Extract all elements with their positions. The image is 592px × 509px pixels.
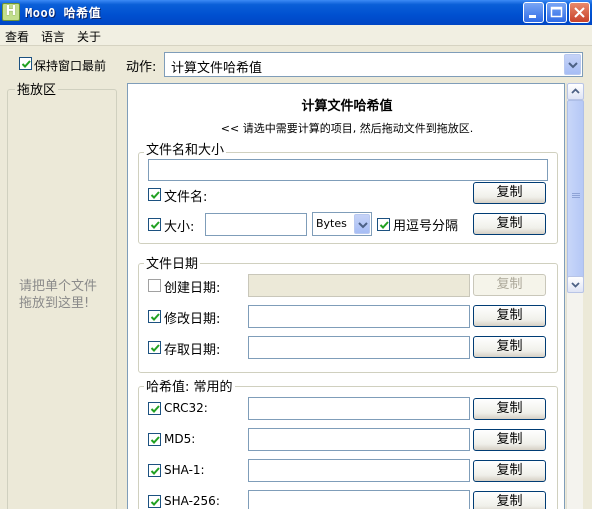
sha256-output[interactable]	[248, 490, 470, 509]
menu-language[interactable]: 语言	[41, 28, 65, 45]
close-icon	[574, 7, 585, 18]
copy-modified-date-button[interactable]: 复制	[473, 305, 546, 327]
scroll-up-button[interactable]	[567, 83, 584, 100]
menu-view[interactable]: 查看	[5, 28, 29, 45]
chevron-down-icon	[358, 222, 368, 229]
checkmark-icon	[150, 467, 160, 475]
chevron-down-icon	[571, 282, 580, 288]
sha1-output[interactable]	[248, 459, 470, 482]
close-button[interactable]	[569, 2, 590, 23]
filename-output[interactable]	[148, 159, 548, 181]
accessed-date-label: 存取日期:	[164, 343, 221, 358]
options-panel: 计算文件哈希值 << 请选中需要计算的项目, 然后拖动文件到拖放区. 文件名和大…	[127, 83, 565, 509]
created-date-label: 创建日期:	[164, 281, 221, 296]
created-date-output[interactable]	[248, 274, 470, 297]
size-checkbox[interactable]	[148, 218, 161, 231]
keep-on-top-label[interactable]: 保持窗口最前	[34, 57, 106, 74]
minimize-button[interactable]	[523, 2, 544, 23]
sha1-checkbox[interactable]	[148, 464, 161, 477]
checkmark-icon	[379, 221, 389, 229]
comma-separator-label: 用逗号分隔	[393, 219, 459, 234]
sha1-label: SHA-1:	[164, 463, 205, 477]
modified-date-checkbox[interactable]	[148, 310, 161, 323]
size-output[interactable]	[205, 213, 307, 236]
copy-crc32-button[interactable]: 复制	[473, 398, 546, 420]
menu-bar: 查看 语言 关于	[0, 25, 592, 46]
md5-checkbox[interactable]	[148, 433, 161, 446]
filename-label: 文件名:	[164, 190, 208, 205]
scroll-grip	[572, 195, 580, 196]
checkmark-icon	[150, 344, 160, 352]
copy-accessed-date-button[interactable]: 复制	[473, 336, 546, 358]
drop-zone-title: 拖放区	[15, 79, 59, 98]
scroll-thumb[interactable]	[567, 100, 584, 290]
accessed-date-checkbox[interactable]	[148, 341, 161, 354]
checkmark-icon	[21, 60, 31, 68]
panel-title: 计算文件哈希值	[301, 99, 393, 114]
chevron-up-icon	[571, 88, 580, 94]
menu-about[interactable]: 关于	[77, 28, 101, 45]
scroll-grip	[572, 193, 580, 194]
size-unit-dropdown-button[interactable]	[354, 214, 370, 234]
checkmark-icon	[150, 221, 160, 229]
size-unit-value: Bytes	[316, 217, 347, 230]
maximize-button[interactable]	[546, 2, 567, 23]
chevron-down-icon	[568, 62, 578, 69]
copy-created-date-button[interactable]: 复制	[473, 274, 546, 296]
crc32-output[interactable]	[248, 397, 470, 420]
md5-label: MD5:	[164, 432, 196, 446]
md5-output[interactable]	[248, 428, 470, 451]
filename-checkbox[interactable]	[148, 188, 161, 201]
panel-scrollbar[interactable]	[566, 83, 584, 509]
title-bar[interactable]: H Moo0 哈希值	[0, 0, 592, 25]
checkmark-icon	[150, 436, 160, 444]
action-select-value: 计算文件哈希值	[171, 61, 263, 76]
size-unit-select[interactable]: Bytes	[312, 212, 372, 236]
group-dates-title: 文件日期	[144, 253, 201, 272]
accessed-date-output[interactable]	[248, 336, 470, 359]
copy-sha1-button[interactable]: 复制	[473, 460, 546, 482]
action-label: 动作:	[126, 60, 157, 75]
modified-date-label: 修改日期:	[164, 312, 221, 327]
sha256-label: SHA-256:	[164, 494, 220, 508]
crc32-checkbox[interactable]	[148, 402, 161, 415]
size-label: 大小:	[164, 220, 195, 235]
window-title: Moo0 哈希值	[25, 6, 102, 20]
panel-subtitle: << 请选中需要计算的项目, 然后拖动文件到拖放区.	[220, 122, 474, 135]
maximize-icon	[550, 6, 563, 18]
app-icon: H	[2, 3, 20, 21]
checkmark-icon	[150, 313, 160, 321]
action-select[interactable]: 计算文件哈希值	[164, 52, 583, 77]
comma-separator-checkbox[interactable]	[377, 218, 390, 231]
sha256-checkbox[interactable]	[148, 495, 161, 508]
scroll-grip	[572, 197, 580, 198]
keep-on-top-checkbox[interactable]	[19, 57, 32, 70]
copy-sha256-button[interactable]: 复制	[473, 491, 546, 509]
copy-md5-button[interactable]: 复制	[473, 429, 546, 451]
group-hash-title: 哈希值: 常用的	[144, 376, 235, 395]
copy-size-button[interactable]: 复制	[473, 213, 546, 235]
group-name-size-title: 文件名和大小	[144, 139, 227, 158]
copy-filename-button[interactable]: 复制	[473, 182, 546, 204]
checkmark-icon	[150, 405, 160, 413]
checkmark-icon	[150, 191, 160, 199]
modified-date-output[interactable]	[248, 305, 470, 328]
crc32-label: CRC32:	[164, 401, 208, 415]
minimize-icon	[529, 15, 536, 18]
checkmark-icon	[150, 498, 160, 506]
created-date-checkbox[interactable]	[148, 279, 161, 292]
scroll-down-button[interactable]	[567, 276, 584, 293]
action-dropdown-button[interactable]	[564, 54, 581, 75]
drop-zone-hint: 请把单个文件拖放到这里!	[19, 279, 98, 311]
